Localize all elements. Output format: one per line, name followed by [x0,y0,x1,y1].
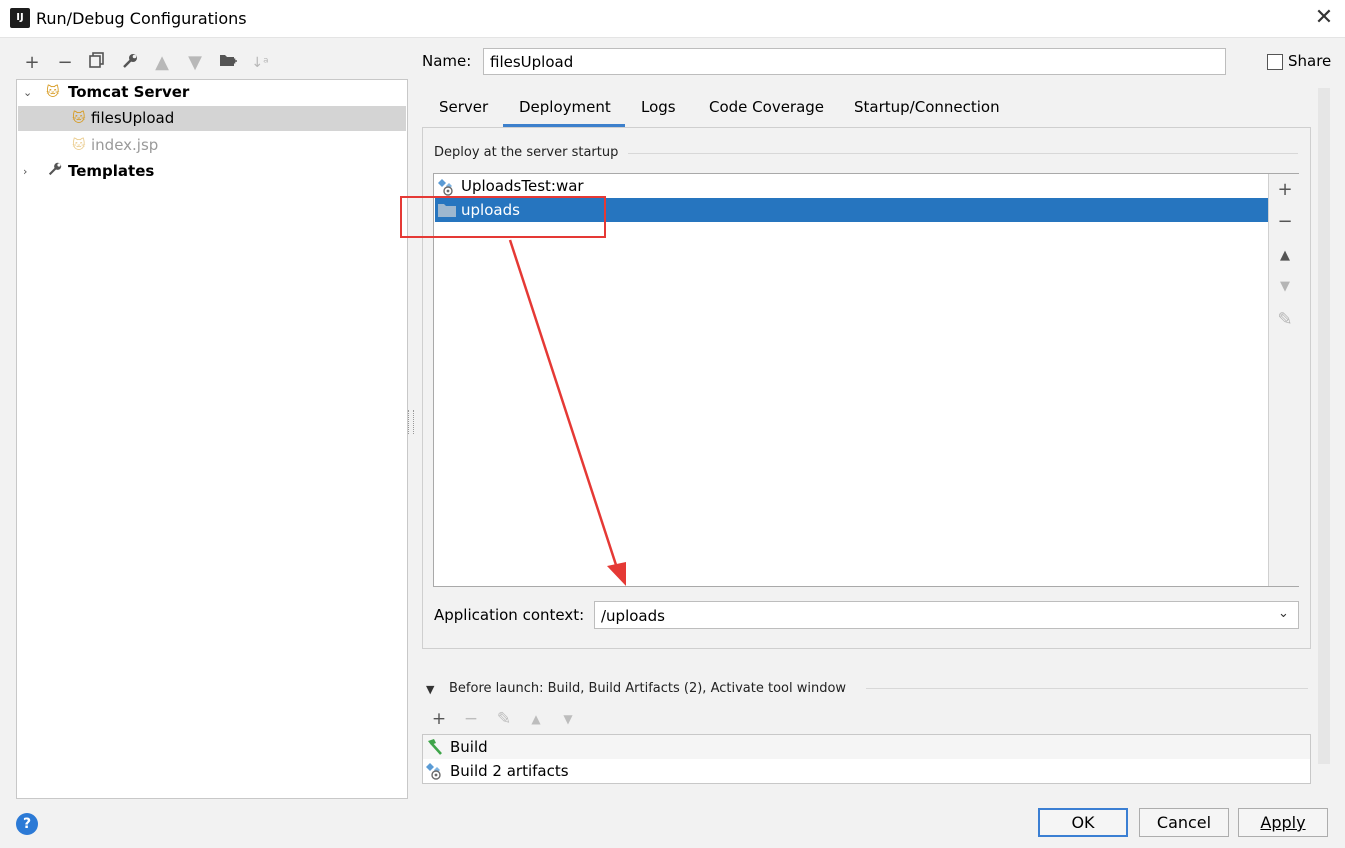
move-up-icon[interactable]: ▲ [151,52,173,74]
edit-icon[interactable]: ✎ [1275,310,1295,330]
app-icon: IJ [8,6,32,30]
add-icon[interactable]: + [1275,180,1295,200]
tab-startup-connection[interactable]: Startup/Connection [854,96,1000,126]
tree-group-label: Templates [68,162,155,180]
tree-item-index-jsp[interactable]: 🐱 index.jsp [18,133,406,158]
list-item[interactable]: Build 2 artifacts [423,759,1310,783]
sort-icon[interactable]: ↓ᵃ [249,52,271,74]
chevron-down-icon[interactable]: ⌄ [23,80,32,105]
apply-button[interactable]: Apply [1238,808,1328,837]
list-item-label: Build 2 artifacts [450,762,569,780]
tab-code-coverage[interactable]: Code Coverage [709,96,824,126]
move-up-icon[interactable]: ▲ [1275,246,1295,266]
cancel-button[interactable]: Cancel [1139,808,1229,837]
context-label: Application context: [434,606,585,624]
annotation-highlight-box [400,196,606,238]
list-item-label: Build [450,738,488,756]
artifact-icon [425,762,443,787]
new-folder-icon[interactable] [217,52,239,74]
context-combo[interactable]: /uploads [594,601,1299,629]
move-down-icon[interactable]: ▼ [184,52,206,74]
tree-group-tomcat[interactable]: ⌄ 🐱 Tomcat Server [18,80,406,105]
tab-deployment[interactable]: Deployment [519,96,611,126]
help-button[interactable]: ? [16,813,38,835]
list-side-toolbar [1268,174,1299,586]
divider [866,688,1308,689]
add-icon[interactable]: + [429,709,449,729]
deploy-caption: Deploy at the server startup [434,145,619,160]
name-input[interactable]: filesUpload [483,48,1226,75]
wrench-icon [47,160,63,185]
wrench-icon[interactable] [119,52,141,74]
chevron-down-icon[interactable]: ⌄ [1278,606,1289,621]
edit-icon[interactable]: ✎ [494,709,514,729]
close-icon[interactable]: ✕ [1310,4,1338,32]
scrollbar[interactable] [1318,88,1330,764]
ok-button[interactable]: OK [1038,808,1128,837]
move-down-icon[interactable]: ▼ [558,709,578,729]
tree-group-label: Tomcat Server [68,83,190,101]
share-label[interactable]: Share [1288,52,1331,70]
move-up-icon[interactable]: ▲ [526,709,546,729]
move-down-icon[interactable]: ▼ [1275,277,1295,297]
tree-item-label: index.jsp [91,136,159,154]
splitter-handle[interactable] [408,410,414,434]
remove-icon[interactable]: − [461,709,481,729]
tomcat-icon: 🐱 [72,111,86,126]
window-title: Run/Debug Configurations [36,9,247,28]
divider [628,153,1298,154]
tab-server[interactable]: Server [439,96,488,126]
tab-logs[interactable]: Logs [641,96,676,126]
copy-icon[interactable] [86,52,108,74]
tomcat-icon: 🐱 [46,85,60,100]
before-launch-label: Before launch: Build, Build Artifacts (2… [449,681,847,696]
tomcat-icon: 🐱 [72,138,86,153]
share-checkbox[interactable] [1267,54,1283,70]
add-icon[interactable]: + [21,52,43,74]
collapse-triangle-icon[interactable]: ▼ [426,683,434,696]
tree-item-label: filesUpload [91,109,175,127]
list-item[interactable]: Build [423,735,1310,759]
configuration-tree: ⌄ 🐱 Tomcat Server 🐱 filesUpload 🐱 index.… [16,79,408,799]
tree-group-templates[interactable]: › Templates [18,159,406,184]
list-item-label: UploadsTest:war [461,177,584,195]
remove-icon[interactable]: − [54,52,76,74]
tree-item-filesupload[interactable]: 🐱 filesUpload [18,106,406,131]
name-label: Name: [422,52,472,70]
list-item[interactable]: UploadsTest:war [435,174,1268,198]
chevron-right-icon[interactable]: › [23,159,27,184]
remove-icon[interactable]: − [1275,212,1295,232]
